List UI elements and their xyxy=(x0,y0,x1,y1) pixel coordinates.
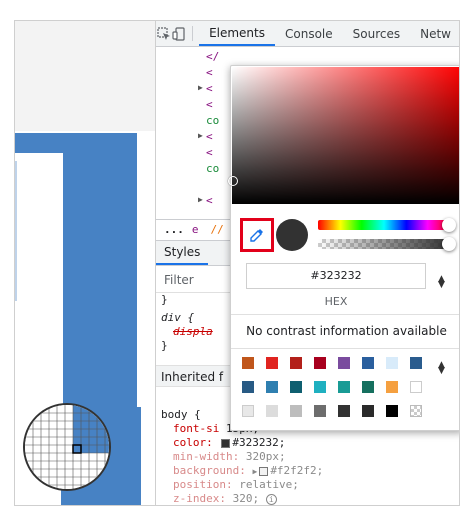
property-name: font-si xyxy=(173,422,220,435)
property-name: z-index: xyxy=(173,492,226,505)
eyedropper-magnifier xyxy=(23,403,111,491)
contrast-info: No contrast information available xyxy=(246,324,447,338)
tab-elements[interactable]: Elements xyxy=(199,21,275,46)
palette-swatch[interactable] xyxy=(290,381,302,393)
palette-swatch[interactable] xyxy=(386,381,398,393)
dom-text[interactable]: co xyxy=(206,114,219,128)
dom-node[interactable]: < xyxy=(206,194,213,208)
property-name: min-width: xyxy=(173,450,240,463)
hex-input[interactable]: #323232 xyxy=(246,263,426,289)
divider xyxy=(231,314,459,315)
body-selector[interactable]: body { xyxy=(161,408,201,422)
devtools-toolbar: Elements Console Sources Netw xyxy=(156,21,459,47)
property-name: color: xyxy=(173,436,213,449)
saturation-value-area[interactable] xyxy=(228,67,459,204)
color-swatch-icon[interactable] xyxy=(221,438,231,448)
palette-swatch[interactable] xyxy=(242,357,254,369)
breadcrumb-ellipsis[interactable]: ... xyxy=(164,223,184,236)
dom-node[interactable]: < xyxy=(206,66,213,80)
dom-node[interactable]: < xyxy=(206,130,213,144)
palette-swatch[interactable] xyxy=(314,405,326,417)
hue-slider-knob[interactable] xyxy=(442,218,456,232)
declaration-z-index[interactable]: z-index: 320; i xyxy=(173,492,277,505)
palette-swatch[interactable] xyxy=(386,405,398,417)
color-swatch-icon[interactable] xyxy=(259,466,269,476)
declaration-position[interactable]: position: relative; xyxy=(173,478,299,492)
breadcrumb-item[interactable]: e xyxy=(192,223,199,236)
color-selection-handle[interactable] xyxy=(228,176,238,186)
tab-sources[interactable]: Sources xyxy=(343,21,410,46)
tab-network[interactable]: Netw xyxy=(410,21,459,46)
inspected-page xyxy=(15,21,156,505)
palette-swatch[interactable] xyxy=(362,381,374,393)
property-value: 320; xyxy=(232,492,260,505)
palette-swatch[interactable] xyxy=(362,357,374,369)
info-icon[interactable]: i xyxy=(265,494,277,505)
divider xyxy=(231,348,459,349)
format-toggle-icon[interactable]: ▲ ▼ xyxy=(438,275,445,290)
current-color-preview xyxy=(276,219,308,251)
color-picker-popup: #323232 HEX ▲ ▼ No contrast information a… xyxy=(228,65,459,431)
rule-close-brace: } xyxy=(161,293,168,306)
page-panel-edge xyxy=(15,161,17,301)
palette-swatch[interactable] xyxy=(410,405,422,417)
expand-triangle-icon[interactable]: ▶ xyxy=(198,131,203,140)
page-white-panel xyxy=(15,153,63,446)
palette-swatch[interactable] xyxy=(338,357,350,369)
dom-node[interactable]: < xyxy=(206,82,213,96)
device-toolbar-icon[interactable] xyxy=(171,21,186,46)
eyedropper-icon xyxy=(250,229,263,242)
tab-console[interactable]: Console xyxy=(275,21,343,46)
dom-text[interactable]: co xyxy=(206,162,219,176)
palette-swatch[interactable] xyxy=(266,381,278,393)
breadcrumb-separator-icon: // xyxy=(210,223,224,236)
hue-slider[interactable] xyxy=(318,220,450,230)
alpha-slider-knob[interactable] xyxy=(442,237,456,251)
div-display-property[interactable]: displa xyxy=(173,325,213,339)
dom-node[interactable]: < xyxy=(206,146,213,160)
magnifier-grid-icon xyxy=(25,405,109,489)
inspect-element-icon[interactable] xyxy=(156,21,171,46)
property-name: position: xyxy=(173,478,233,491)
page-header-area xyxy=(15,21,155,131)
rule-close-brace: } xyxy=(161,339,168,352)
palette-swatch[interactable] xyxy=(242,381,254,393)
property-value: 320px; xyxy=(245,450,286,463)
expand-triangle-icon[interactable]: ▶ xyxy=(198,195,203,204)
palette-swatch[interactable] xyxy=(410,381,422,393)
screenshot-frame: Elements Console Sources Netw </ < ▶ < <… xyxy=(14,20,460,506)
alpha-slider[interactable] xyxy=(318,239,450,249)
eyedropper-button[interactable] xyxy=(240,218,274,252)
declaration-color[interactable]: color: #323232; xyxy=(173,436,285,450)
property-name: background: xyxy=(173,464,246,477)
property-value: #323232; xyxy=(232,436,286,449)
palette-swatch[interactable] xyxy=(362,405,374,417)
declaration-background[interactable]: background: ▶ #f2f2f2; xyxy=(173,464,323,478)
div-selector[interactable]: div { xyxy=(161,311,194,325)
palette-swatch[interactable] xyxy=(314,357,326,369)
property-value: relative; xyxy=(239,478,299,491)
property-value: #f2f2f2; xyxy=(270,464,324,477)
palette-swatch[interactable] xyxy=(266,405,278,417)
palette-toggle-icon[interactable]: ▲ ▼ xyxy=(438,361,445,376)
format-label: HEX xyxy=(324,295,348,308)
palette-swatch[interactable] xyxy=(266,357,278,369)
expand-triangle-icon[interactable]: ▶ xyxy=(252,467,257,476)
palette-swatch[interactable] xyxy=(338,405,350,417)
declaration-min-width[interactable]: min-width: 320px; xyxy=(173,450,286,464)
palette-swatch[interactable] xyxy=(290,405,302,417)
palette-swatch[interactable] xyxy=(314,381,326,393)
tab-styles[interactable]: Styles xyxy=(156,241,209,265)
palette-swatch[interactable] xyxy=(338,381,350,393)
toolbar-divider xyxy=(192,26,194,41)
expand-triangle-icon[interactable]: ▶ xyxy=(198,83,203,92)
dom-node[interactable]: </ xyxy=(206,50,219,64)
palette-swatch[interactable] xyxy=(386,357,398,369)
palette-swatch[interactable] xyxy=(410,357,422,369)
dom-node[interactable]: < xyxy=(206,98,213,112)
palette-swatch[interactable] xyxy=(242,405,254,417)
palette-swatch[interactable] xyxy=(290,357,302,369)
